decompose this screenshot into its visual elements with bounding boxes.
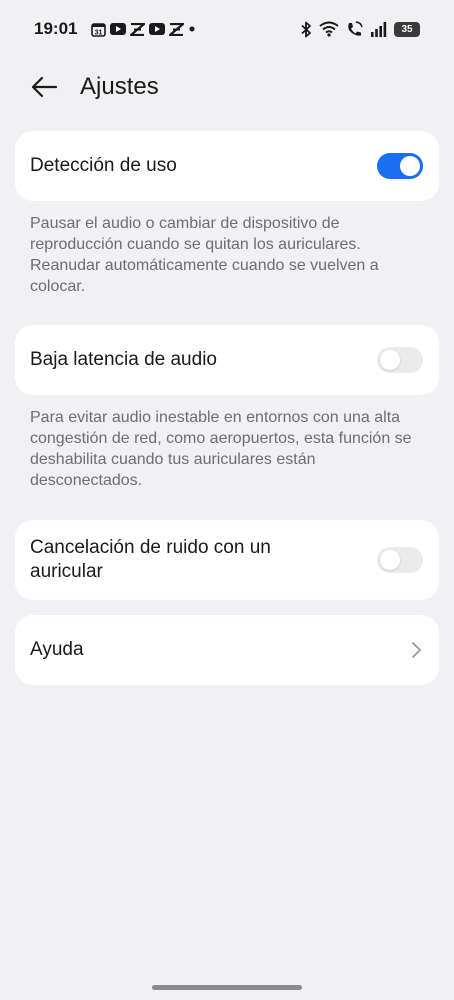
battery-level: 35 — [401, 23, 413, 35]
low-latency-toggle[interactable] — [377, 347, 423, 373]
chevron-right-icon — [412, 642, 421, 658]
setting-label: Cancelación de ruido con un auricular — [30, 537, 271, 582]
capcut-icon — [130, 22, 146, 36]
home-indicator[interactable] — [152, 985, 302, 990]
setting-baja-latencia[interactable]: Baja latencia de audio — [15, 325, 439, 395]
toggle-knob — [400, 156, 420, 176]
status-left: 19:01 31 — [34, 19, 196, 39]
dot-icon — [189, 26, 195, 32]
capcut-icon — [169, 22, 185, 36]
setting-label: Detección de uso — [30, 155, 177, 176]
youtube-icon — [149, 23, 166, 35]
status-time: 19:01 — [34, 19, 78, 38]
usage-detection-toggle[interactable] — [377, 153, 423, 179]
status-bar: 19:01 31 35 — [0, 0, 454, 58]
svg-text:31: 31 — [95, 29, 103, 36]
toggle-knob — [380, 350, 400, 370]
setting-ayuda[interactable]: Ayuda — [15, 615, 439, 685]
single-earbud-anc-toggle[interactable] — [377, 547, 423, 573]
notification-icons: 31 — [91, 22, 196, 37]
signal-icon — [371, 21, 387, 37]
setting-deteccion-de-uso[interactable]: Detección de uso — [15, 131, 439, 201]
status-right: 35 — [300, 20, 420, 38]
calendar-icon: 31 — [91, 22, 107, 37]
wifi-icon — [319, 21, 339, 37]
bluetooth-icon — [301, 21, 311, 37]
wifi-call-icon — [348, 20, 363, 36]
page-title: Ajustes — [80, 73, 159, 100]
setting-label: Baja latencia de audio — [30, 349, 217, 370]
back-arrow-icon[interactable] — [30, 73, 58, 101]
setting-label: Ayuda — [30, 639, 84, 660]
battery-icon: 35 — [394, 21, 420, 37]
setting-description: Pausar el audio o cambiar de dispositivo… — [30, 215, 379, 295]
toggle-knob — [380, 550, 400, 570]
app-header: Ajustes — [0, 62, 454, 112]
setting-description: Para evitar audio inestable en entornos … — [30, 409, 412, 489]
setting-cancelacion-ruido[interactable]: Cancelación de ruido con un auricular — [15, 520, 439, 600]
youtube-icon — [110, 23, 127, 35]
